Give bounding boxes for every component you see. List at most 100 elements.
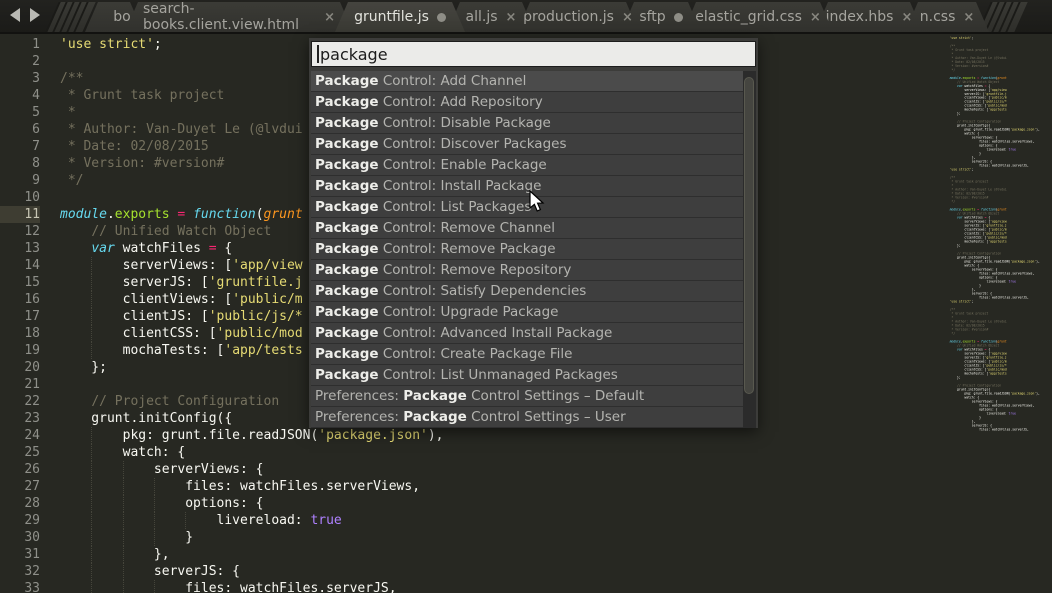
code-token: = <box>209 241 217 256</box>
code-line[interactable]: 29 livereload: true <box>0 512 945 529</box>
line-content: watch: { <box>60 444 945 461</box>
tab-label: bo <box>113 9 130 25</box>
palette-item-rest: Control: Satisfy Dependencies <box>379 283 587 299</box>
indent-guide <box>154 529 155 546</box>
sublime-text-window: bosearch-books.client.view.html×gruntfil… <box>0 0 1052 593</box>
code-token: grunt.initConfig({ <box>60 411 232 426</box>
palette-item[interactable]: Package Control: Disable Package <box>311 113 756 134</box>
forward-arrow-icon[interactable] <box>30 8 40 22</box>
code-token: */ <box>60 173 83 188</box>
tab-elastic-grid-css[interactable]: elastic_grid.css × <box>683 2 833 32</box>
palette-item[interactable]: Package Control: Remove Package <box>311 239 756 260</box>
code-token: 'app/view <box>232 258 302 273</box>
palette-item[interactable]: Package Control: Upgrade Package <box>311 302 756 323</box>
code-token: watchFiles <box>115 241 209 256</box>
palette-item[interactable]: Package Control: Satisfy Dependencies <box>311 281 756 302</box>
palette-item-match: Package <box>315 157 379 173</box>
palette-item[interactable]: Package Control: Discover Packages <box>311 134 756 155</box>
tab-label: gruntfile.js <box>354 9 429 25</box>
code-token: true <box>310 513 341 528</box>
indent-guide <box>123 529 124 546</box>
palette-item[interactable]: Package Control: List Unmanaged Packages <box>311 365 756 386</box>
line-number: 33 <box>0 580 40 593</box>
indent-guide <box>154 580 155 593</box>
line-number: 10 <box>0 189 40 206</box>
palette-item-match: Package <box>315 94 379 110</box>
line-number: 13 <box>0 240 40 257</box>
palette-item-rest: Control: Remove Package <box>379 241 556 257</box>
code-token: 'public/mod <box>217 326 303 341</box>
line-content: files: watchFiles.serverViews, <box>60 478 945 495</box>
code-token: files: watchFiles.serverJS, <box>60 581 397 593</box>
tab-nav <box>0 0 48 32</box>
code-line[interactable]: 28 options: { <box>0 495 945 512</box>
code-line[interactable]: 31 }, <box>0 546 945 563</box>
tab-label: all.js <box>466 9 498 25</box>
modified-dot-icon[interactable] <box>437 13 446 22</box>
indent-guide <box>123 478 124 495</box>
tab-label: elastic_grid.css <box>695 9 802 25</box>
indent-guide <box>123 512 124 529</box>
indent-guide <box>185 512 186 529</box>
code-token: * Version: #version# <box>60 156 224 171</box>
code-line[interactable]: 27 files: watchFiles.serverViews, <box>0 478 945 495</box>
code-token: } <box>60 530 193 545</box>
line-content: serverViews: { <box>60 461 945 478</box>
code-token: var <box>91 241 114 256</box>
code-line[interactable]: 32 serverJS: { <box>0 563 945 580</box>
tab-production-js[interactable]: production.js× <box>517 2 639 32</box>
tab-index-hbs[interactable]: index.hbs× <box>815 2 923 32</box>
palette-item-rest: Control: Upgrade Package <box>379 304 559 320</box>
close-icon[interactable]: × <box>963 10 974 25</box>
code-token: * Author: Van-Duyet Le (@lvdui <box>60 122 303 137</box>
code-line[interactable]: 30 } <box>0 529 945 546</box>
close-icon[interactable]: × <box>506 10 517 25</box>
palette-item-match: Package <box>315 241 379 257</box>
palette-scrollbar-thumb[interactable] <box>744 77 754 394</box>
palette-item[interactable]: Package Control: Remove Repository <box>311 260 756 281</box>
tab-gruntfile-js[interactable]: gruntfile.js <box>335 2 465 32</box>
palette-item-rest: Control: Remove Channel <box>379 220 555 236</box>
code-token: 'public/m <box>232 292 302 307</box>
code-line[interactable]: 33 files: watchFiles.serverJS, <box>0 580 945 593</box>
palette-item[interactable]: Preferences: Package Control Settings – … <box>311 386 756 407</box>
indent-guide <box>91 529 92 546</box>
code-token: // Unified Watch Object <box>91 224 271 239</box>
code-line[interactable]: 25 watch: { <box>0 444 945 461</box>
code-token: 'public/js/* <box>209 309 303 324</box>
line-number: 18 <box>0 325 40 342</box>
palette-item-match: Package <box>315 346 379 362</box>
close-icon[interactable]: × <box>324 10 335 25</box>
line-number: 1 <box>0 36 40 53</box>
line-number: 8 <box>0 155 40 172</box>
palette-item[interactable]: Package Control: Create Package File <box>311 344 756 365</box>
command-palette-input[interactable]: package <box>311 41 756 67</box>
back-arrow-icon[interactable] <box>10 8 20 22</box>
code-token: . <box>107 207 115 222</box>
code-token: pkg: grunt.file.readJSON( <box>60 428 318 443</box>
indent-guide <box>91 427 92 444</box>
indent-guide <box>91 512 92 529</box>
code-line[interactable]: 26 serverViews: { <box>0 461 945 478</box>
close-icon[interactable]: × <box>810 10 821 25</box>
tab-n-css[interactable]: n.css× <box>905 2 989 32</box>
palette-item[interactable]: Package Control: List Packages <box>311 197 756 218</box>
palette-scrollbar[interactable] <box>743 71 756 428</box>
palette-item[interactable]: Preferences: Package Control Settings – … <box>311 407 756 428</box>
modified-dot-icon[interactable] <box>674 13 683 22</box>
palette-item-match: Package <box>403 409 467 425</box>
palette-item[interactable]: Package Control: Enable Package <box>311 155 756 176</box>
tab-search-books-client-view-html[interactable]: search-books.client.view.html× <box>125 2 353 32</box>
palette-item[interactable]: Package Control: Install Package <box>311 176 756 197</box>
code-line[interactable]: 24 pkg: grunt.file.readJSON('package.jso… <box>0 427 945 444</box>
minimap[interactable]: 'use strict';/** * Grunt task project * … <box>945 36 1052 593</box>
palette-item[interactable]: Package Control: Add Repository <box>311 92 756 113</box>
indent-guide <box>91 342 92 359</box>
line-number: 14 <box>0 257 40 274</box>
palette-item[interactable]: Package Control: Add Channel <box>311 71 756 92</box>
hidden-tabs-stack-right[interactable] <box>980 2 1052 32</box>
palette-item[interactable]: Package Control: Remove Channel <box>311 218 756 239</box>
code-token: 'package.json' <box>318 428 428 443</box>
code-token <box>60 224 91 239</box>
palette-item[interactable]: Package Control: Advanced Install Packag… <box>311 323 756 344</box>
